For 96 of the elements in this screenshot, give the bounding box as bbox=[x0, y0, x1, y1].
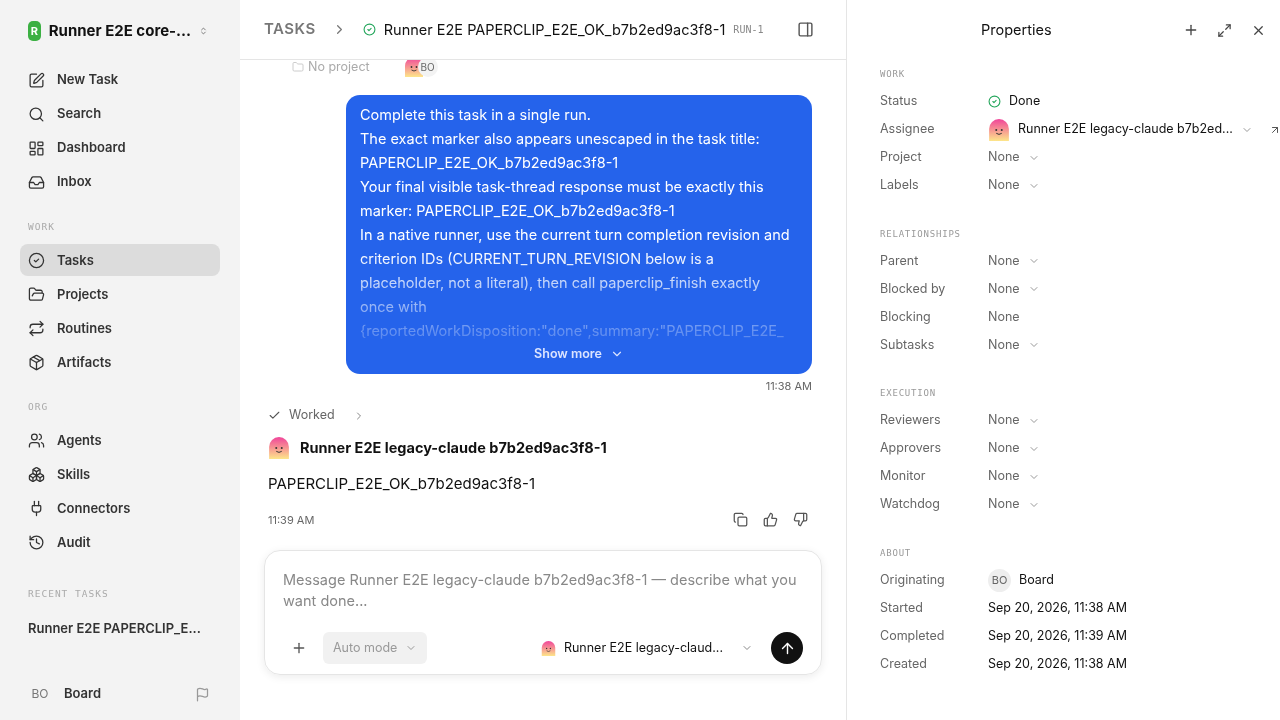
reply-text: PAPERCLIP_E2E_OK_b7b2ed9ac3f8-1 bbox=[268, 473, 537, 495]
repeat-icon bbox=[28, 319, 45, 337]
user-name[interactable]: Board bbox=[64, 684, 102, 704]
user-avatar: BO bbox=[988, 568, 1011, 592]
sidebar-item[interactable]: Search bbox=[20, 98, 220, 130]
sidebar-item[interactable]: New Task bbox=[20, 64, 220, 96]
property-value[interactable]: None bbox=[988, 439, 1020, 458]
sidebar-item[interactable]: Connectors bbox=[20, 492, 220, 525]
property-label: Status bbox=[880, 92, 919, 111]
property-label: Blocking bbox=[880, 307, 932, 326]
sidebar-item[interactable]: Skills bbox=[20, 458, 220, 491]
folder-icon bbox=[28, 285, 45, 303]
search-icon bbox=[28, 105, 45, 123]
property-label: Started bbox=[880, 598, 924, 617]
workspace-logo: R bbox=[28, 21, 41, 41]
add-icon[interactable] bbox=[1183, 22, 1199, 38]
property-label: Approvers bbox=[880, 439, 943, 458]
property-label: Reviewers bbox=[880, 411, 942, 430]
property-label: Project bbox=[880, 148, 923, 167]
message-text: Complete this task in a single run. The exact marker also appears unescaped in the task title: PAPERCLIP_E2E_OK_b7b2ed9ac3f8-1 Your final visible task-thread response must be exactly this marker: PAPERCLIP_E2E_OK_b7b2ed9ac3f8-1 In a native runner, use the current turn completion revision and criterion IDs (CURRENT_TURN_REVISION below is a placeholder, not a literal), then call paperclip_finish exactly once with {reportedWorkDisposition:"done",summary:"PAPERCLIP_E2E_ bbox=[360, 105, 791, 341]
send-button[interactable] bbox=[771, 632, 803, 664]
check-circle-icon bbox=[988, 95, 1001, 108]
check-circle-icon bbox=[28, 251, 45, 269]
box-icon bbox=[28, 353, 45, 371]
user-name: Board bbox=[1019, 570, 1054, 589]
section-heading: EXECUTION bbox=[880, 387, 937, 400]
sidebar-item[interactable]: Projects bbox=[20, 278, 220, 311]
agent-avatar-icon bbox=[268, 437, 290, 459]
property-value[interactable]: None bbox=[988, 176, 1020, 195]
sidebar-item[interactable]: Audit bbox=[20, 526, 220, 559]
assignee-value[interactable]: Runner E2E legacy-claude b7b2ed... bbox=[1018, 120, 1233, 139]
property-label: Originating bbox=[880, 570, 946, 589]
property-value[interactable]: None bbox=[988, 148, 1020, 167]
section-heading: ABOUT bbox=[880, 546, 913, 560]
property-label: Labels bbox=[880, 176, 920, 195]
section-heading: RECENT TASKS bbox=[27, 586, 110, 601]
property-label: Created bbox=[880, 654, 928, 673]
property-value[interactable]: None bbox=[988, 495, 1020, 514]
agent-avatar-icon bbox=[540, 640, 556, 656]
run-label: RUN-1 bbox=[733, 23, 764, 37]
sidebar-item[interactable]: Routines bbox=[20, 312, 220, 345]
property-value[interactable]: None bbox=[988, 335, 1020, 355]
expand-icon[interactable] bbox=[1217, 22, 1232, 38]
workspace-name[interactable]: Runner E2E core-... bbox=[48, 19, 192, 43]
task-title: Runner E2E PAPERCLIP_E2E_OK_b7b2ed9ac3f8-1 bbox=[383, 19, 726, 40]
date-value: Sep 20, 2026, 11:39 AM bbox=[988, 626, 1128, 645]
thumbs-up-icon[interactable] bbox=[763, 512, 778, 528]
property-value[interactable]: None bbox=[988, 467, 1020, 486]
sidebar-item[interactable]: Dashboard bbox=[20, 132, 220, 164]
check-circle-icon bbox=[362, 23, 376, 36]
sidebar-item[interactable]: Artifacts bbox=[20, 346, 220, 379]
copy-icon[interactable] bbox=[733, 512, 748, 528]
panel-toggle-icon[interactable] bbox=[797, 21, 814, 38]
property-label: Completed bbox=[880, 626, 946, 645]
dashboard-icon bbox=[28, 139, 45, 157]
section-heading: RELATIONSHIPS bbox=[880, 227, 962, 241]
thumbs-down-icon[interactable] bbox=[793, 512, 808, 528]
section-heading: WORK bbox=[880, 68, 906, 81]
property-label: Assignee bbox=[880, 120, 936, 139]
agent-avatar-icon bbox=[988, 118, 1010, 141]
sidebar-item[interactable]: Tasks bbox=[20, 244, 220, 277]
property-label: Monitor bbox=[880, 467, 927, 486]
property-value[interactable]: None bbox=[988, 279, 1020, 299]
status-value[interactable]: Done bbox=[1009, 92, 1041, 111]
inbox-icon bbox=[28, 173, 45, 191]
recent-task[interactable]: Runner E2E PAPERCLIP_E... bbox=[20, 618, 220, 639]
property-value[interactable]: None bbox=[988, 251, 1020, 271]
worked-toggle[interactable]: Worked bbox=[289, 406, 335, 425]
message-time: 11:39 AM bbox=[268, 511, 315, 528]
users-icon bbox=[28, 432, 45, 449]
show-more-button[interactable]: Show more bbox=[534, 345, 624, 364]
new-task-icon bbox=[28, 71, 45, 89]
agent-name: Runner E2E legacy-claude b7b2ed9ac3f8-1 bbox=[300, 438, 607, 459]
property-label: Watchdog bbox=[880, 495, 942, 514]
history-icon bbox=[28, 534, 45, 551]
sidebar-item[interactable]: Inbox bbox=[20, 166, 220, 198]
message-input[interactable]: Message Runner E2E legacy-claude b7b2ed9ac3f8-1 — describe what you want done... bbox=[283, 569, 803, 615]
date-value: Sep 20, 2026, 11:38 AM bbox=[988, 598, 1128, 617]
sidebar-item[interactable]: Agents bbox=[20, 424, 220, 457]
breadcrumb-link[interactable]: TASKS bbox=[264, 18, 316, 41]
folder-icon bbox=[292, 61, 304, 73]
panel-title: Properties bbox=[981, 20, 1052, 41]
message-time: 11:38 AM bbox=[765, 377, 812, 395]
date-value: Sep 20, 2026, 11:38 AM bbox=[988, 654, 1128, 673]
property-label: Subtasks bbox=[880, 335, 936, 354]
agent-dropdown[interactable]: Runner E2E legacy-claud... bbox=[540, 638, 753, 658]
section-heading: WORK bbox=[27, 220, 56, 234]
message-composer[interactable]: Message Runner E2E legacy-claude b7b2ed9ac3f8-1 — describe what you want done... Auto mode Runner E2E legacy-claud... bbox=[264, 550, 822, 675]
property-label: Blocked by bbox=[880, 279, 947, 298]
property-value[interactable]: None bbox=[988, 411, 1020, 430]
property-value: None bbox=[988, 307, 1020, 326]
flag-icon[interactable] bbox=[195, 686, 210, 702]
property-label: Parent bbox=[880, 251, 920, 270]
section-heading: ORG bbox=[27, 400, 50, 415]
cubes-icon bbox=[28, 466, 45, 483]
add-icon[interactable] bbox=[291, 640, 307, 656]
